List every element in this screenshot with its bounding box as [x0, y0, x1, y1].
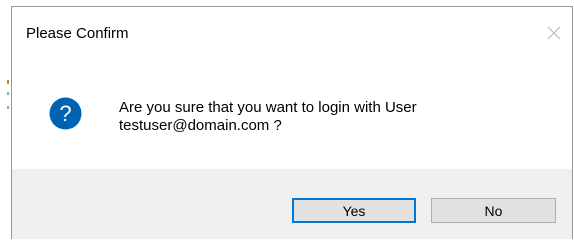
- message-line-1: Are you sure that you want to login with…: [119, 99, 417, 116]
- dialog-title: Please Confirm: [26, 25, 129, 42]
- dialog-button-bar: Yes No: [12, 169, 572, 239]
- question-icon: ?: [49, 97, 82, 130]
- close-button[interactable]: [542, 21, 566, 45]
- no-button[interactable]: No: [431, 198, 556, 223]
- confirm-dialog: Please Confirm ? Are you sure that you w…: [11, 6, 573, 239]
- dialog-titlebar[interactable]: Please Confirm: [12, 7, 572, 57]
- close-icon: [547, 26, 561, 40]
- dialog-content: ? Are you sure that you want to login wi…: [12, 57, 572, 169]
- dialog-message: Are you sure that you want to login with…: [119, 99, 549, 135]
- yes-button[interactable]: Yes: [292, 198, 416, 223]
- svg-text:?: ?: [59, 101, 71, 126]
- page: Please Confirm ? Are you sure that you w…: [0, 0, 574, 240]
- background-window-edge: [0, 76, 11, 116]
- message-line-2: testuser@domain.com ?: [119, 117, 282, 134]
